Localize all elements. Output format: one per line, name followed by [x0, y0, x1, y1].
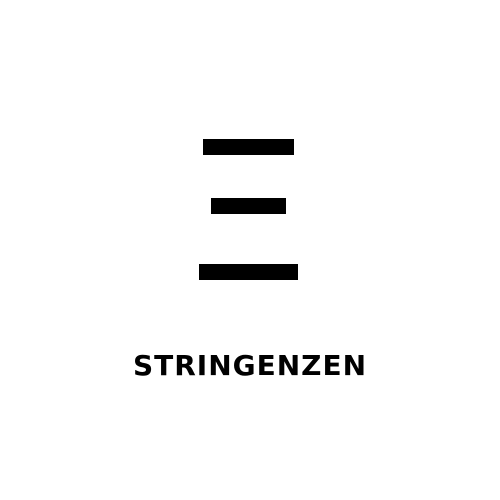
brand-wordmark: STRINGENZEN [132, 349, 368, 382]
logo-bar-bottom [199, 264, 298, 280]
logo-bar-top [203, 139, 294, 155]
logo-bar-middle [211, 198, 286, 214]
logo-mark-icon [0, 0, 500, 500]
